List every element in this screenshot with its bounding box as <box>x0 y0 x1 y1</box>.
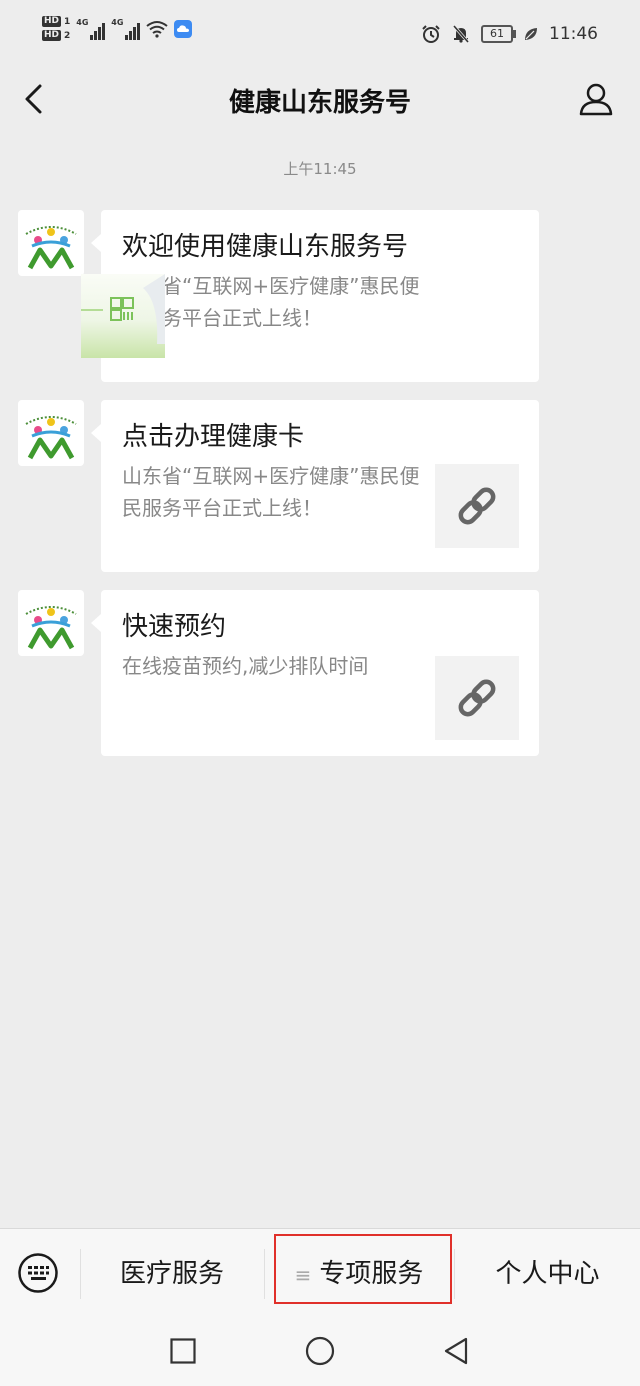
healthy-shandong-logo-icon <box>25 606 77 650</box>
article-description: 在线疫苗预约,减少排队时间 <box>122 654 369 678</box>
sim-indicators: HD 1 HD 2 <box>42 16 70 41</box>
status-bar: HD 1 HD 2 4G 4G 61 11:46 <box>0 0 640 66</box>
menu-personal-center[interactable]: 个人中心 <box>455 1229 640 1319</box>
article-thumbnail <box>81 274 165 358</box>
message-item: 快速预约 在线疫苗预约,减少排队时间 <box>18 590 542 756</box>
link-icon <box>458 679 496 717</box>
network-type-label: 4G <box>111 17 124 27</box>
battery-icon: 61 <box>481 25 516 43</box>
article-card[interactable]: 欢迎使用健康山东服务号 山东省“互联网+医疗健康”惠民便民服务平台正式上线！ <box>81 210 539 382</box>
network-type-label: 4G <box>76 17 89 27</box>
hd-label: HD <box>42 16 62 27</box>
sim2-number: 2 <box>64 30 71 41</box>
status-left: HD 1 HD 2 4G 4G <box>42 16 193 41</box>
alarm-icon <box>422 25 440 43</box>
recent-apps-button[interactable] <box>170 1338 196 1364</box>
menu-label: 医疗服务 <box>119 1259 224 1289</box>
sim1-number: 1 <box>64 16 71 27</box>
avatar[interactable] <box>18 400 84 466</box>
avatar[interactable] <box>18 590 84 656</box>
sim2-indicator: HD 2 <box>42 30 70 41</box>
leaf-icon <box>525 28 537 40</box>
article-thumbnail <box>435 464 519 548</box>
keyboard-toggle-button[interactable] <box>18 1253 58 1293</box>
message-item: 点击办理健康卡 山东省“互联网+医疗健康”惠民便民服务平台正式上线！ <box>18 400 542 572</box>
mute-bell-icon <box>452 25 470 43</box>
signal-2-icon: 4G <box>111 17 141 40</box>
hd-label: HD <box>42 30 62 41</box>
highlight-box <box>274 1234 452 1304</box>
status-time: 11:46 <box>549 24 598 44</box>
avatar[interactable] <box>18 210 84 276</box>
message-item: 欢迎使用健康山东服务号 山东省“互联网+医疗健康”惠民便民服务平台正式上线！ <box>18 210 542 382</box>
back-nav-button[interactable] <box>442 1336 470 1366</box>
home-button[interactable] <box>305 1336 335 1366</box>
page-title: 健康山东服务号 <box>228 88 411 118</box>
article-description: 山东省“互联网+医疗健康”惠民便民服务平台正式上线！ <box>122 274 420 330</box>
qr-code-icon <box>81 274 165 344</box>
menu-medical-services[interactable]: 医疗服务 <box>81 1229 263 1319</box>
healthy-shandong-logo-icon <box>25 416 77 460</box>
article-title: 欢迎使用健康山东服务号 <box>122 232 409 262</box>
article-thumbnail <box>435 656 519 740</box>
system-navigation-bar <box>0 1318 640 1386</box>
sim1-indicator: HD 1 <box>42 16 70 27</box>
wifi-icon <box>146 20 168 38</box>
nav-bar: 健康山东服务号 <box>0 66 640 132</box>
article-title: 快速预约 <box>122 612 227 642</box>
link-icon <box>458 487 496 525</box>
article-title: 点击办理健康卡 <box>122 422 305 452</box>
status-right: 61 11:46 <box>421 24 598 44</box>
cloud-icon <box>174 19 193 38</box>
menu-label: 个人中心 <box>495 1259 600 1289</box>
signal-1-icon: 4G <box>76 17 106 40</box>
healthy-shandong-logo-icon <box>25 226 77 270</box>
article-card[interactable]: 快速预约 在线疫苗预约,减少排队时间 <box>91 590 539 756</box>
profile-button[interactable] <box>578 80 614 118</box>
message-timestamp: 上午11:45 <box>283 160 357 178</box>
article-description: 山东省“互联网+医疗健康”惠民便民服务平台正式上线！ <box>122 464 420 520</box>
article-card[interactable]: 点击办理健康卡 山东省“互联网+医疗健康”惠民便民服务平台正式上线！ <box>91 400 539 572</box>
